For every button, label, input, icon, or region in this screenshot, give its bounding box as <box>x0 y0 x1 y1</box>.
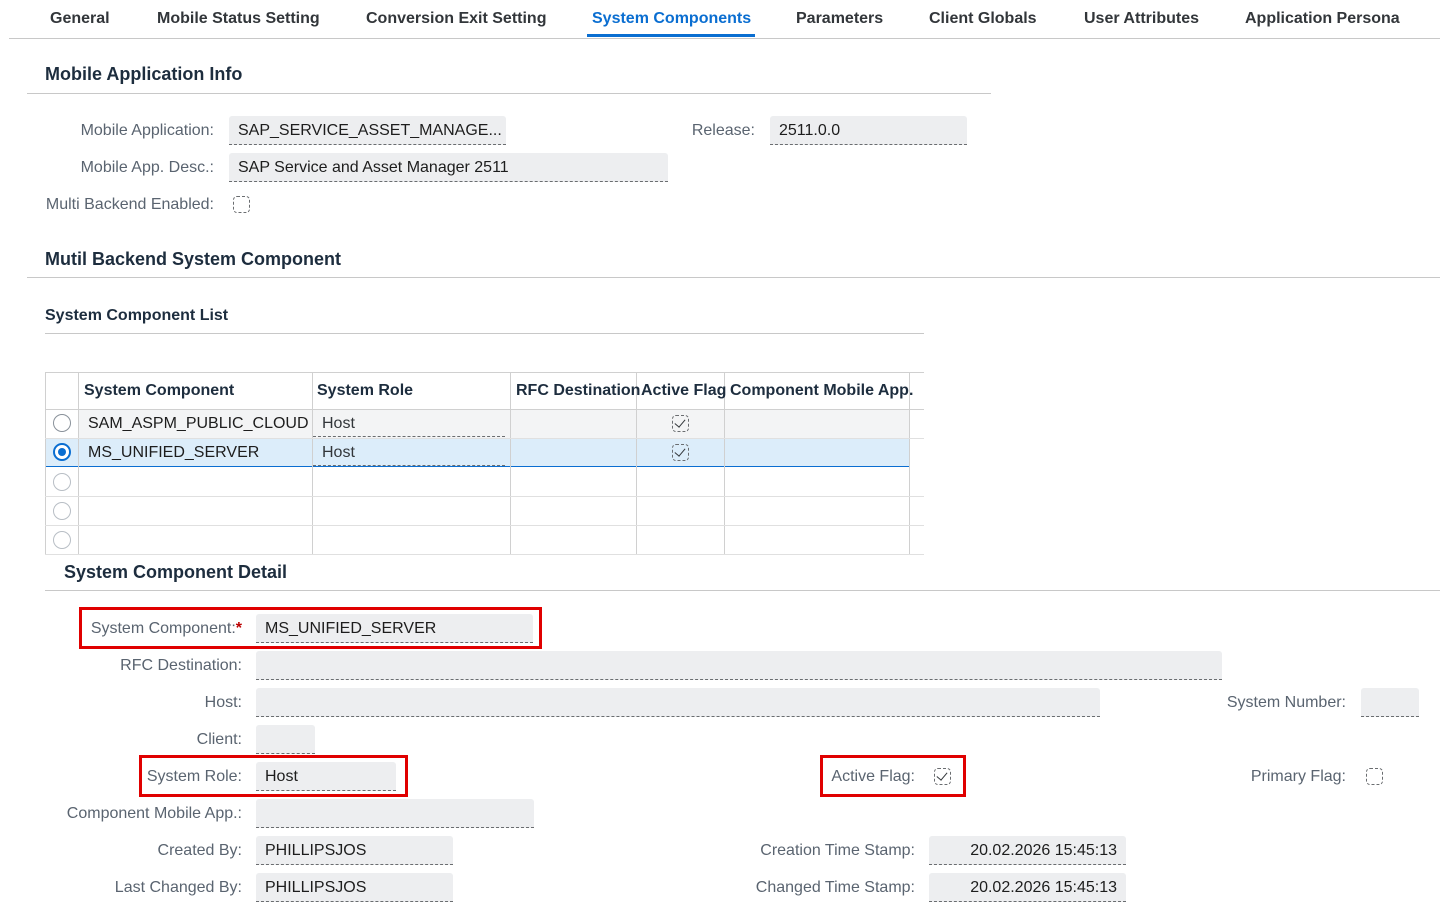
highlight-box-system-role <box>139 755 408 797</box>
tab-client-globals[interactable]: Client Globals <box>929 10 1037 28</box>
row-select-radio[interactable] <box>53 414 71 432</box>
created-by-label: Created By: <box>157 842 242 859</box>
tab-conversion-exit-setting[interactable]: Conversion Exit Setting <box>366 10 546 28</box>
highlight-box-active-flag <box>820 755 966 797</box>
creation-time-stamp-label: Creation Time Stamp: <box>760 842 915 859</box>
component-mobile-app-field[interactable] <box>256 799 534 828</box>
column-header-system-component[interactable]: System Component <box>84 382 234 400</box>
section-divider <box>45 590 1440 591</box>
row-select-radio[interactable] <box>53 502 71 520</box>
row-select-radio[interactable] <box>53 473 71 491</box>
tab-application-persona[interactable]: Application Persona <box>1245 10 1400 28</box>
system-component-list-title: System Component List <box>45 307 229 324</box>
section-title-detail: System Component Detail <box>64 562 288 582</box>
system-number-field[interactable] <box>1361 688 1419 717</box>
component-mobile-app-label: Component Mobile App.: <box>66 805 242 822</box>
last-changed-by-field[interactable]: PHILLIPSJOS <box>256 873 453 902</box>
column-header-rfc-destination[interactable]: RFC Destination <box>516 382 640 400</box>
column-header-component-mobile-app[interactable]: Component Mobile App. <box>730 382 913 400</box>
created-by-field[interactable]: PHILLIPSJOS <box>256 836 453 865</box>
row-select-radio[interactable] <box>53 531 71 549</box>
primary-flag-checkbox[interactable] <box>1366 768 1383 785</box>
mobile-app-desc-label: Mobile App. Desc.: <box>80 159 214 176</box>
column-header-system-role[interactable]: System Role <box>317 382 413 400</box>
cell-active-flag-checkbox[interactable] <box>672 415 689 432</box>
cell-active-flag-checkbox[interactable] <box>672 444 689 461</box>
release-field[interactable]: 2511.0.0 <box>770 116 967 145</box>
tab-general[interactable]: General <box>50 10 110 28</box>
multi-backend-checkbox[interactable] <box>233 196 250 213</box>
host-label: Host: <box>204 694 242 711</box>
tab-mobile-status-setting[interactable]: Mobile Status Setting <box>157 10 320 28</box>
release-label: Release: <box>691 122 755 139</box>
section-title-multi-backend: Mutil Backend System Component <box>45 249 342 269</box>
client-label: Client: <box>196 731 242 748</box>
system-number-label: System Number: <box>1226 694 1346 711</box>
multi-backend-label: Multi Backend Enabled: <box>45 196 214 213</box>
primary-flag-label: Primary Flag: <box>1250 768 1346 785</box>
active-tab-indicator <box>587 34 755 37</box>
system-component-table: System Component System Role RFC Destina… <box>45 372 924 555</box>
tab-parameters[interactable]: Parameters <box>796 10 883 28</box>
rfc-destination-field[interactable] <box>256 651 1222 680</box>
column-header-active-flag[interactable]: Active Flag <box>641 382 726 400</box>
tab-system-components[interactable]: System Components <box>592 10 751 28</box>
host-field[interactable] <box>256 688 1100 717</box>
tab-user-attributes[interactable]: User Attributes <box>1084 10 1199 28</box>
creation-time-stamp-field[interactable]: 20.02.2026 15:45:13 <box>929 836 1126 865</box>
changed-time-stamp-label: Changed Time Stamp: <box>755 879 915 896</box>
section-divider <box>27 277 1440 278</box>
list-divider <box>45 333 924 334</box>
section-title-app-info: Mobile Application Info <box>45 64 243 84</box>
cell-system-role[interactable]: Host <box>313 410 505 437</box>
changed-time-stamp-field[interactable]: 20.02.2026 15:45:13 <box>929 873 1126 902</box>
mobile-app-desc-field[interactable]: SAP Service and Asset Manager 2511 <box>229 153 668 182</box>
mobile-application-label: Mobile Application: <box>80 122 214 139</box>
highlight-box-system-component <box>79 607 542 649</box>
section-divider <box>27 93 991 94</box>
client-field[interactable] <box>256 725 315 754</box>
last-changed-by-label: Last Changed By: <box>114 879 242 896</box>
row-select-radio-selected[interactable] <box>53 443 71 461</box>
cell-system-component: SAM_ASPM_PUBLIC_CLOUD <box>88 415 309 432</box>
cell-system-component: MS_UNIFIED_SERVER <box>88 444 260 461</box>
cell-system-role[interactable]: Host <box>313 439 505 466</box>
mobile-application-field[interactable]: SAP_SERVICE_ASSET_MANAGE... <box>229 116 506 145</box>
rfc-destination-label: RFC Destination: <box>120 657 242 674</box>
